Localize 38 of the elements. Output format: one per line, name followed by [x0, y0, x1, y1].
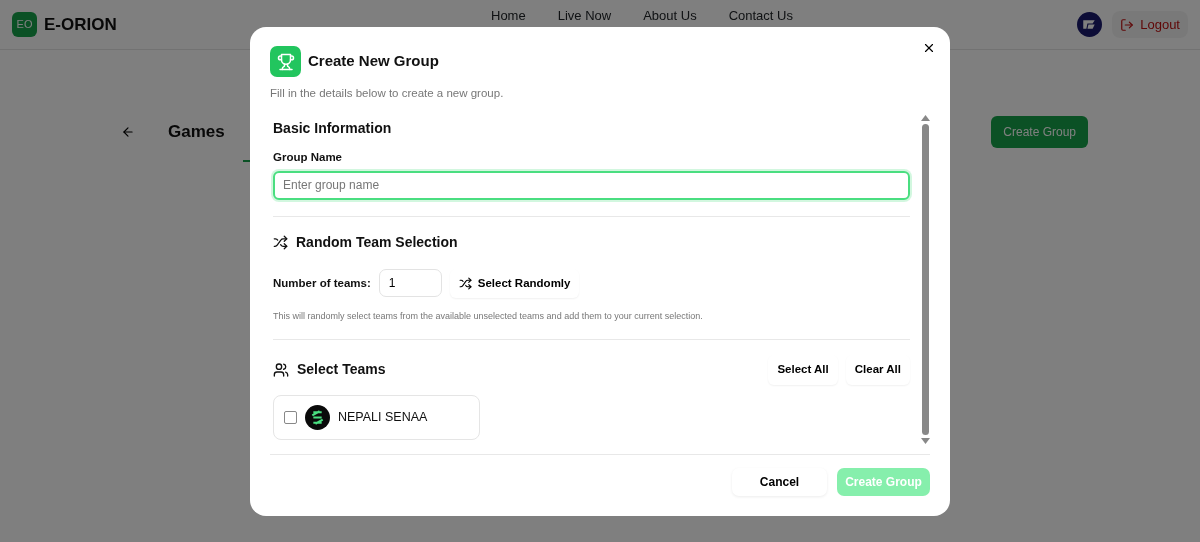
close-icon	[922, 41, 936, 55]
helper-text: This will randomly select teams from the available unselected teams and add them to your current selection.	[273, 309, 704, 323]
clear-all-button[interactable]: Clear All	[845, 355, 910, 385]
select-randomly-button[interactable]: Select Randomly	[449, 268, 580, 298]
team-count-field[interactable]: 1	[378, 269, 442, 298]
logout-button[interactable]: Logout	[1112, 10, 1188, 39]
section-heading: Random Team Selection	[296, 232, 458, 252]
scroll-up-icon[interactable]	[920, 115, 930, 122]
users-icon	[273, 361, 289, 378]
team-name: NEPALI SENAA	[338, 408, 428, 426]
create-group-button[interactable]: Create Group	[991, 116, 1088, 148]
modal-subtitle: Fill in the details below to create a new group.	[270, 86, 505, 101]
back-arrow-icon	[121, 125, 135, 139]
nav-link[interactable]: About Us	[643, 6, 697, 26]
page-title: Games	[168, 121, 225, 144]
section-heading: Select Teams	[297, 360, 386, 380]
scroll-down-icon[interactable]	[920, 438, 930, 444]
nav-link[interactable]: Live Now	[557, 6, 612, 26]
logo: EO	[12, 12, 37, 37]
group-name-field[interactable]: Enter group name	[273, 170, 910, 200]
scrollbar[interactable]	[920, 112, 930, 444]
field-label: Group Name	[273, 150, 343, 166]
brand-name: E-ORION	[44, 13, 117, 36]
nav-link[interactable]: Home	[491, 6, 526, 26]
logout-icon	[1120, 17, 1135, 32]
team-card[interactable]: NEPALI SENAA	[273, 394, 480, 440]
section-heading: Basic Information	[273, 119, 393, 139]
trophy-icon	[276, 52, 295, 71]
checkbox[interactable]	[284, 410, 297, 424]
cancel-button[interactable]: Cancel	[732, 468, 827, 496]
field-label: Number of teams:	[273, 275, 371, 291]
avatar-icon[interactable]	[1077, 12, 1103, 37]
shuffle-icon	[458, 276, 472, 290]
nav-link[interactable]: Contact Us	[728, 6, 793, 26]
shuffle-icon	[273, 234, 288, 250]
team-logo-icon	[305, 404, 330, 430]
modal-title: Create New Group	[308, 51, 439, 72]
select-all-button[interactable]: Select All	[768, 355, 838, 385]
